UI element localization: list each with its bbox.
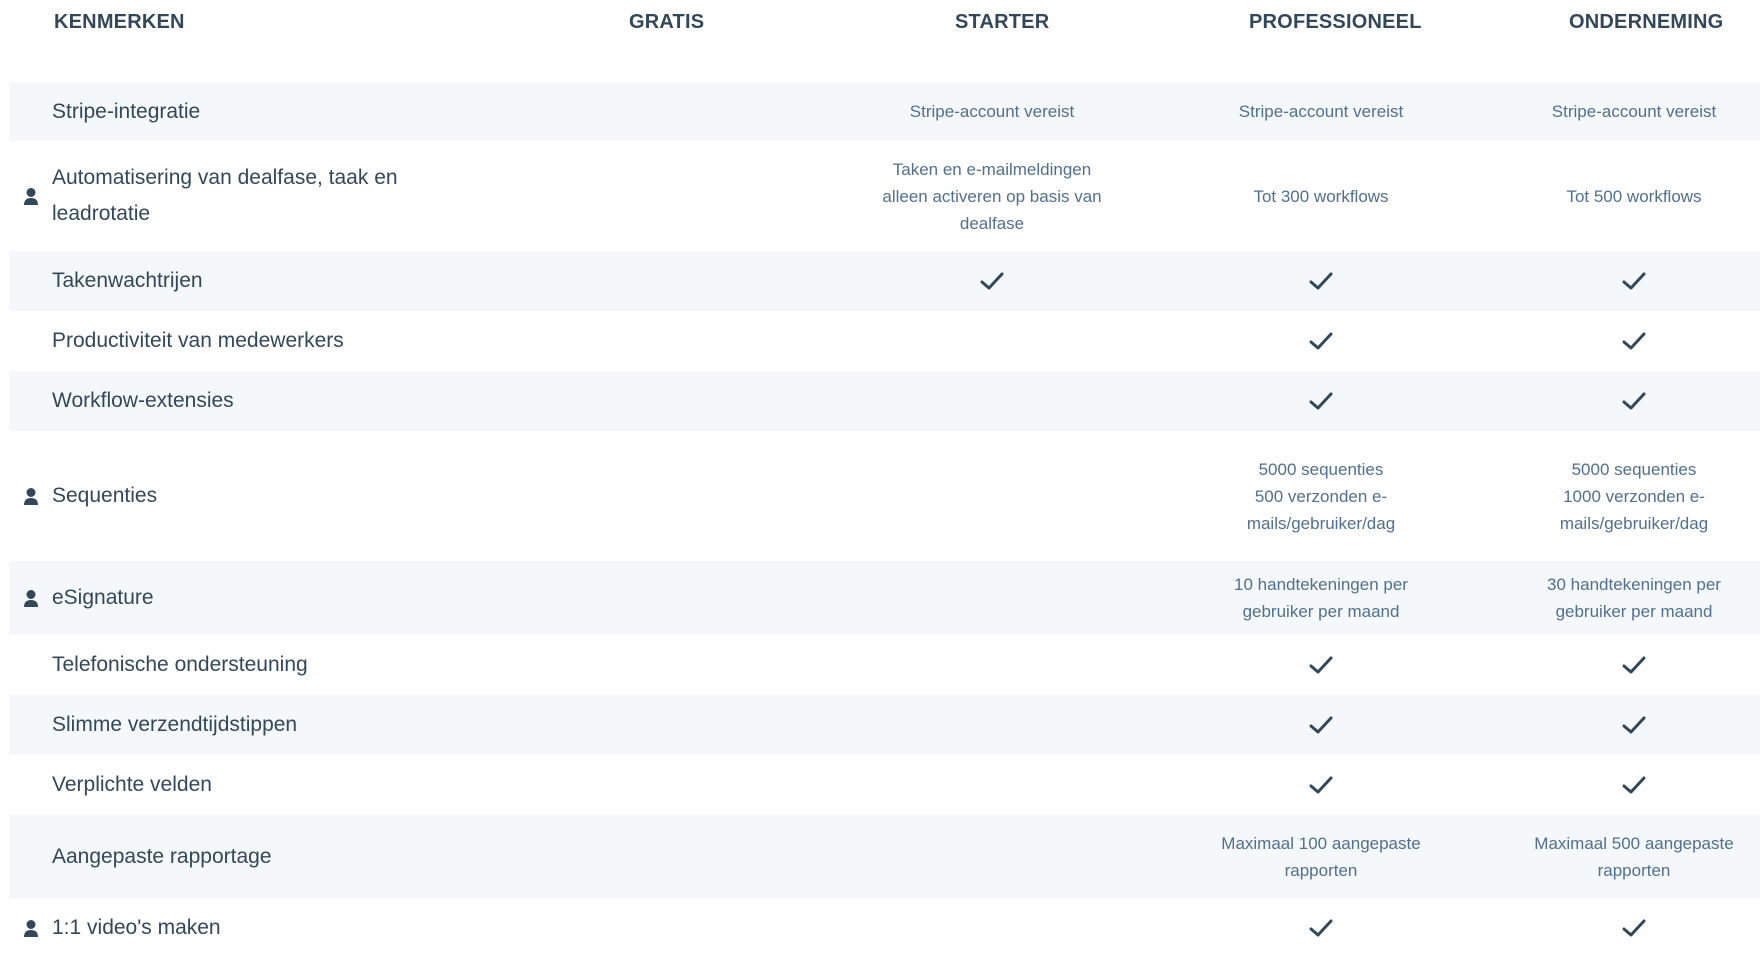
checkmark-icon [980,272,1004,290]
cell-starter [861,635,1123,695]
checkmark-icon [1309,716,1333,734]
col-header-starter: STARTER [955,11,1050,33]
cell-ent: Tot 500 workflows [1502,141,1760,251]
cell-ent [1502,371,1760,431]
feature-name: Stripe-integratie [52,99,201,123]
cell-ent [1502,899,1760,957]
checkmark-icon [1622,392,1646,410]
feature-name: Productiviteit van medewerkers [52,329,344,352]
cell-ent: 30 handtekeningen per gebruiker per maan… [1502,561,1760,635]
cell-starter [861,251,1123,311]
person-icon [24,920,38,937]
cell-ent [1502,695,1760,755]
checkmark-icon [1309,776,1333,794]
table-row: Sequenties 5000 sequenties 500 verzonden … [9,431,1760,561]
cell-text: 5000 sequenties 1000 verzonden e- mails/… [1559,459,1709,533]
cell-text: 10 handtekeningen per gebruiker per maan… [1234,575,1408,621]
table-row: Slimme verzendtijdstippen [9,695,1760,755]
checkmark-icon [1309,272,1333,290]
cell-ent [1502,635,1760,695]
cell-starter [861,561,1123,635]
feature-name: Sequenties [52,484,158,507]
cell-text: Tot 300 workflows [1253,186,1389,206]
checkmark-icon [1622,919,1646,937]
cell-starter [861,815,1123,899]
cell-pro [1189,899,1453,957]
col-header-free: GRATIS [629,11,705,33]
cell-text: Stripe-account vereist [909,102,1075,121]
cell-pro: 5000 sequenties 500 verzonden e- mails/g… [1189,431,1453,561]
cell-pro: Tot 300 workflows [1189,141,1453,251]
cell-pro [1189,371,1453,431]
col-header-features: KENMERKEN [54,11,185,33]
table-row: Telefonische ondersteuning [9,635,1760,695]
person-icon [24,188,38,205]
checkmark-icon [1309,656,1333,674]
cell-pro: 10 handtekeningen per gebruiker per maan… [1189,561,1453,635]
feature-name: Workflow-extensies [52,389,234,412]
features-table: Stripe-integratie Stripe-account vereist S… [9,82,1760,957]
table-row: Verplichte velden [9,755,1760,815]
feature-name: Telefonische ondersteuning [52,653,308,676]
checkmark-icon [1622,776,1646,794]
table-row: Workflow-extensies [9,371,1760,431]
cell-starter [861,755,1123,815]
checkmark-icon [1309,332,1333,350]
cell-pro: Stripe-account vereist [1189,82,1453,141]
cell-text: 30 handtekeningen per gebruiker per maan… [1547,575,1721,621]
col-header-professional: PROFESSIONEEL [1249,11,1422,33]
cell-starter [861,371,1123,431]
cell-ent: Stripe-account vereist [1502,82,1760,141]
feature-name: eSignature [52,586,154,609]
cell-ent [1502,251,1760,311]
table-row: 1:1 video's maken [9,899,1760,957]
cell-ent: Maximaal 500 aangepaste rapporten [1502,815,1760,899]
cell-text: Taken en e-mailmeldingen alleen activere… [882,159,1102,233]
feature-name: Slimme verzendtijdstippen [52,713,298,736]
cell-text: Stripe-account vereist [1238,102,1404,121]
col-header-enterprise: ONDERNEMING [1569,11,1724,33]
cell-starter: Stripe-account vereist [861,82,1123,141]
table-row: Takenwachtrijen [9,251,1760,311]
checkmark-icon [1622,656,1646,674]
cell-text: Tot 500 workflows [1566,186,1702,206]
cell-starter: Taken en e-mailmeldingen alleen activere… [861,141,1123,251]
feature-name: Aangepaste rapportage [52,845,272,868]
cell-pro [1189,755,1453,815]
checkmark-icon [1622,332,1646,350]
checkmark-icon [1309,919,1333,937]
feature-name: Verplichte velden [52,773,212,796]
cell-starter [861,695,1123,755]
cell-pro [1189,635,1453,695]
table-row: eSignature 10 handtekeningen per gebruike… [9,561,1760,635]
cell-pro: Maximaal 100 aangepaste rapporten [1189,815,1453,899]
person-icon [24,590,38,607]
cell-starter [861,899,1123,957]
table-row: Stripe-integratie Stripe-account vereist S… [9,82,1760,141]
table-header: KENMERKEN GRATIS STARTER PROFESSIONEEL O… [0,0,1760,44]
cell-ent: 5000 sequenties 1000 verzonden e- mails/… [1502,431,1760,561]
cell-starter [861,311,1123,371]
cell-ent [1502,755,1760,815]
cell-pro [1189,695,1453,755]
table-row: Aangepaste rapportage Maximaal 100 aangep… [9,815,1760,899]
feature-name: Takenwachtrijen [52,269,203,292]
cell-ent [1502,311,1760,371]
feature-name: Automatisering van dealfase, taak en lea… [52,166,398,225]
table-row: Automatisering van dealfase, taak en lea… [9,141,1760,251]
checkmark-icon [1309,392,1333,410]
cell-text: Maximaal 100 aangepaste rapporten [1221,834,1421,880]
cell-pro [1189,251,1453,311]
table-row: Productiviteit van medewerkers [9,311,1760,371]
feature-name: 1:1 video's maken [52,916,221,939]
person-icon [24,488,38,505]
checkmark-icon [1622,272,1646,290]
cell-text: 5000 sequenties 500 verzonden e- mails/g… [1246,459,1396,533]
checkmark-icon [1622,716,1646,734]
cell-starter [861,431,1123,561]
cell-pro [1189,311,1453,371]
cell-text: Stripe-account vereist [1551,102,1717,121]
cell-text: Maximaal 500 aangepaste rapporten [1534,834,1734,880]
